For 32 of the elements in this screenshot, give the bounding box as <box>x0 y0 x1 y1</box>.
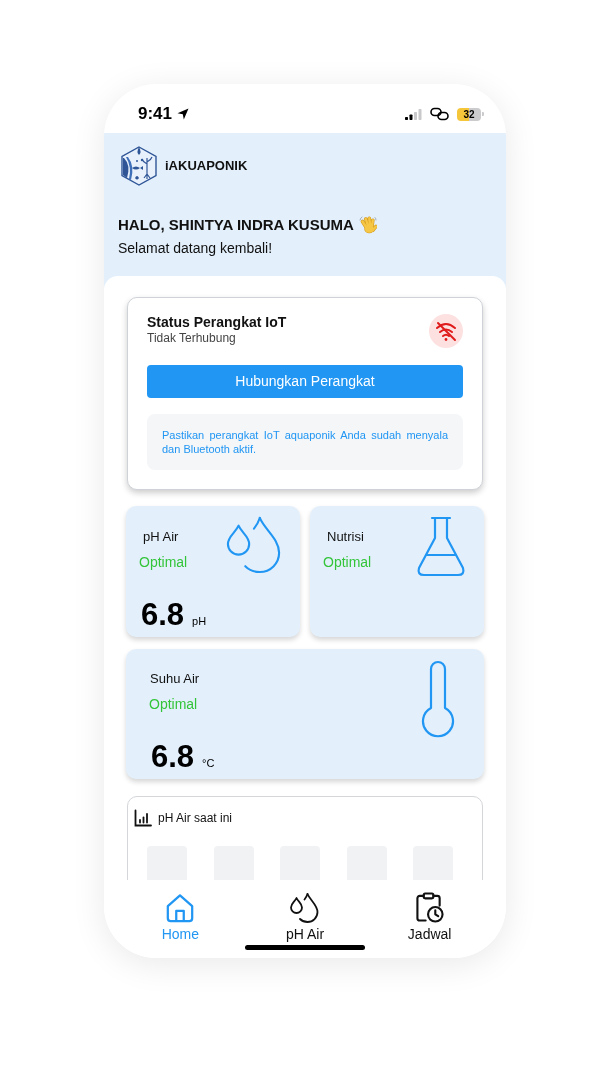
greeting-title: HALO, SHINTYA INDRA KUSUMA <box>118 216 354 234</box>
chart-title: pH Air saat ini <box>158 810 233 826</box>
status-time: 9:41 <box>138 104 173 124</box>
sensor-label: pH Air <box>143 529 180 545</box>
signal-icon <box>405 108 422 120</box>
sensor-label: Nutrisi <box>327 529 365 545</box>
sensor-value: 6.8 <box>151 741 195 773</box>
nav-tab[interactable]: Jadwal <box>407 892 452 943</box>
waving-hand-icon <box>358 216 377 234</box>
app-name: iAKUAPONIK <box>165 157 248 176</box>
home-icon <box>165 893 196 923</box>
link-icon <box>430 107 449 121</box>
connection-status: Tidak Terhubung <box>147 331 237 346</box>
water-drops-icon <box>290 893 320 923</box>
sensor-status: Optimal <box>139 554 189 571</box>
water-drops-icon <box>226 516 282 574</box>
info-note: Pastikan perangkat IoT aquaponik Anda sudah menyala dan Bluetooth aktif. <box>147 414 463 470</box>
sensor-status: Optimal <box>323 554 372 571</box>
location-arrow-icon <box>177 108 190 120</box>
nav-tab[interactable]: pH Air <box>285 892 325 943</box>
bar-chart-icon <box>134 809 152 827</box>
sensor-label: Suhu Air <box>150 671 201 687</box>
sensor-unit: pH <box>192 615 207 628</box>
greeting-subtitle: Selamat datang kembali! <box>118 240 274 257</box>
hexagon-logo-icon <box>120 145 158 187</box>
thermometer-icon <box>421 660 455 738</box>
sensor-value: 6.8 <box>141 599 185 631</box>
clipboard-clock-icon <box>415 892 445 923</box>
card-title: Status Perangkat IoT <box>147 314 287 331</box>
sensor-unit: °C <box>202 757 215 770</box>
sensor-status: Optimal <box>149 696 199 713</box>
flask-icon <box>416 516 466 578</box>
